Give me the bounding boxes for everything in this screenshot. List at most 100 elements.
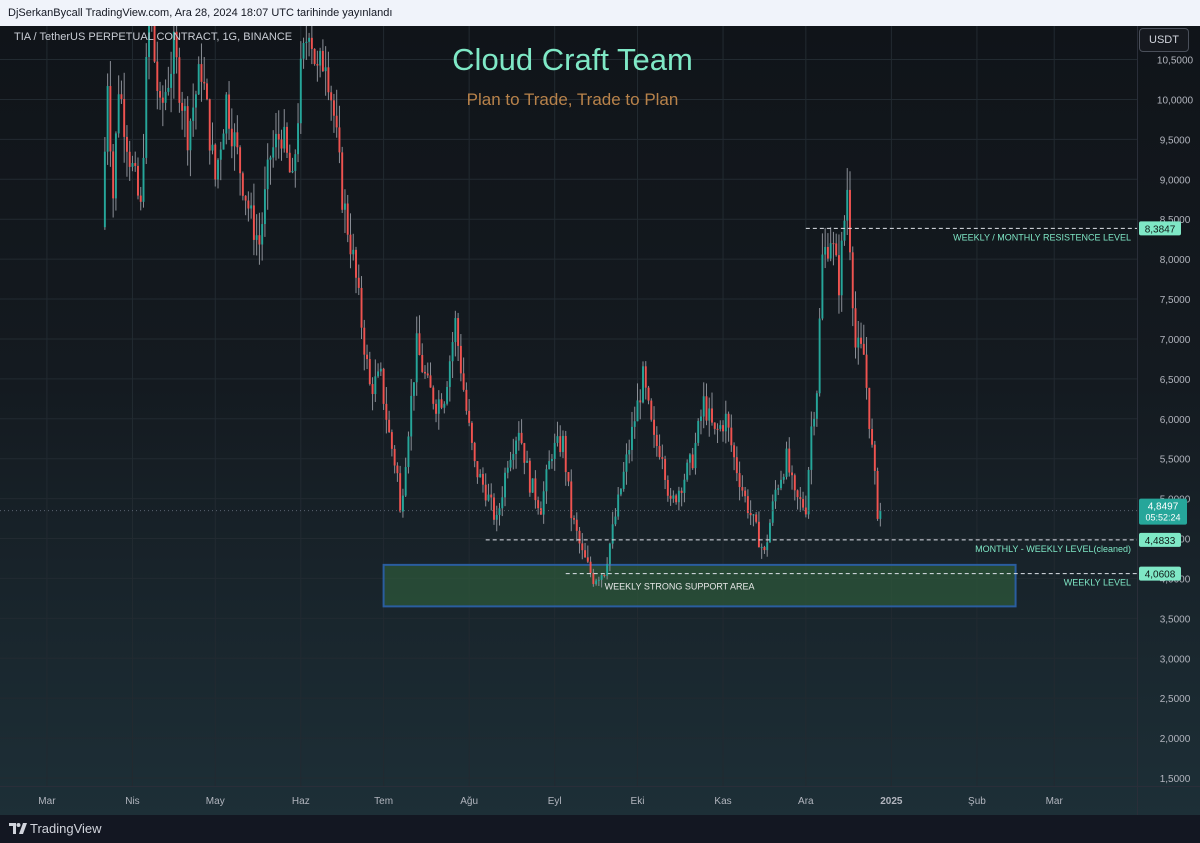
candle[interactable] [813, 411, 816, 436]
candle[interactable] [280, 129, 283, 161]
candle[interactable] [782, 473, 785, 484]
candle[interactable] [658, 434, 661, 460]
candle[interactable] [401, 488, 404, 518]
candle[interactable] [355, 246, 357, 294]
candle[interactable] [705, 383, 708, 426]
candle[interactable] [675, 493, 678, 505]
candle[interactable] [564, 430, 567, 486]
candle[interactable] [526, 450, 529, 463]
candle[interactable] [719, 420, 722, 432]
candle[interactable] [214, 143, 217, 187]
price-axis[interactable]: 1,50002,00002,50003,00003,50004,00004,50… [1157, 56, 1194, 785]
candle[interactable] [768, 519, 771, 543]
candle[interactable] [738, 461, 741, 501]
candle[interactable] [876, 467, 879, 521]
candle[interactable] [713, 422, 716, 435]
candle[interactable] [139, 186, 142, 211]
candle[interactable] [539, 501, 542, 515]
candle[interactable] [429, 362, 432, 388]
candle[interactable] [382, 367, 385, 410]
candle[interactable] [697, 418, 700, 446]
candle[interactable] [484, 473, 487, 507]
candle[interactable] [134, 151, 137, 172]
candle[interactable] [368, 351, 371, 386]
candle[interactable] [680, 487, 683, 507]
candle[interactable] [562, 430, 564, 459]
candle[interactable] [509, 451, 512, 472]
candle[interactable] [291, 157, 294, 174]
candle[interactable] [481, 467, 484, 493]
candle[interactable] [631, 411, 633, 462]
candle[interactable] [407, 431, 410, 474]
candle[interactable] [619, 488, 622, 497]
candle[interactable] [636, 383, 639, 422]
candle[interactable] [479, 469, 482, 478]
candle[interactable] [559, 425, 562, 457]
candle[interactable] [733, 442, 736, 471]
candle[interactable] [570, 469, 573, 532]
candle[interactable] [644, 361, 647, 400]
candle[interactable] [857, 320, 860, 365]
candle[interactable] [360, 276, 363, 340]
candle[interactable] [666, 475, 669, 502]
candle[interactable] [379, 362, 382, 377]
candle[interactable] [269, 155, 272, 185]
candle[interactable] [418, 315, 421, 356]
candle[interactable] [752, 514, 755, 527]
candle[interactable] [294, 149, 297, 188]
candle[interactable] [493, 493, 495, 525]
candle[interactable] [371, 377, 374, 411]
candle[interactable] [399, 465, 402, 513]
candle[interactable] [523, 442, 526, 475]
candle[interactable] [454, 310, 457, 357]
candle[interactable] [219, 141, 222, 181]
candle[interactable] [854, 291, 857, 359]
candle[interactable] [757, 511, 760, 548]
candle[interactable] [346, 194, 349, 243]
candle[interactable] [424, 365, 426, 379]
candle[interactable] [802, 491, 805, 511]
candle[interactable] [581, 533, 584, 560]
candle[interactable] [123, 72, 126, 163]
candle[interactable] [390, 429, 393, 457]
candle[interactable] [669, 487, 672, 506]
candle[interactable] [388, 410, 391, 433]
candle[interactable] [724, 400, 727, 444]
candle[interactable] [542, 481, 545, 524]
candle[interactable] [266, 143, 269, 210]
price-level[interactable]: WEEKLY / MONTHLY RESISTENCE LEVEL [805, 227, 1137, 242]
candle[interactable] [763, 545, 766, 554]
candle[interactable] [189, 118, 192, 177]
candle[interactable] [686, 459, 689, 482]
candle[interactable] [871, 418, 874, 448]
candle[interactable] [288, 144, 291, 173]
tradingview-logo-icon[interactable] [9, 821, 27, 835]
candle[interactable] [470, 421, 473, 451]
candle[interactable] [263, 166, 266, 237]
candle[interactable] [537, 496, 540, 515]
candle[interactable] [741, 475, 744, 497]
candle[interactable] [846, 168, 849, 235]
candle[interactable] [255, 214, 258, 256]
candle[interactable] [275, 112, 277, 161]
candle[interactable] [374, 359, 377, 402]
candle[interactable] [760, 543, 763, 559]
candle[interactable] [688, 453, 691, 476]
candle[interactable] [393, 445, 396, 474]
candle[interactable] [443, 401, 446, 414]
candle[interactable] [297, 103, 300, 163]
candle[interactable] [421, 343, 424, 374]
candle[interactable] [396, 462, 399, 482]
candle[interactable] [462, 357, 465, 392]
candle[interactable] [504, 467, 506, 507]
candle[interactable] [843, 215, 846, 246]
candle[interactable] [573, 515, 575, 525]
candle[interactable] [840, 231, 843, 312]
candle[interactable] [283, 109, 286, 153]
candle[interactable] [655, 426, 658, 457]
candle[interactable] [633, 406, 636, 439]
candle[interactable] [404, 457, 407, 498]
candle[interactable] [352, 233, 355, 261]
candle[interactable] [103, 137, 106, 230]
candle[interactable] [343, 189, 346, 234]
